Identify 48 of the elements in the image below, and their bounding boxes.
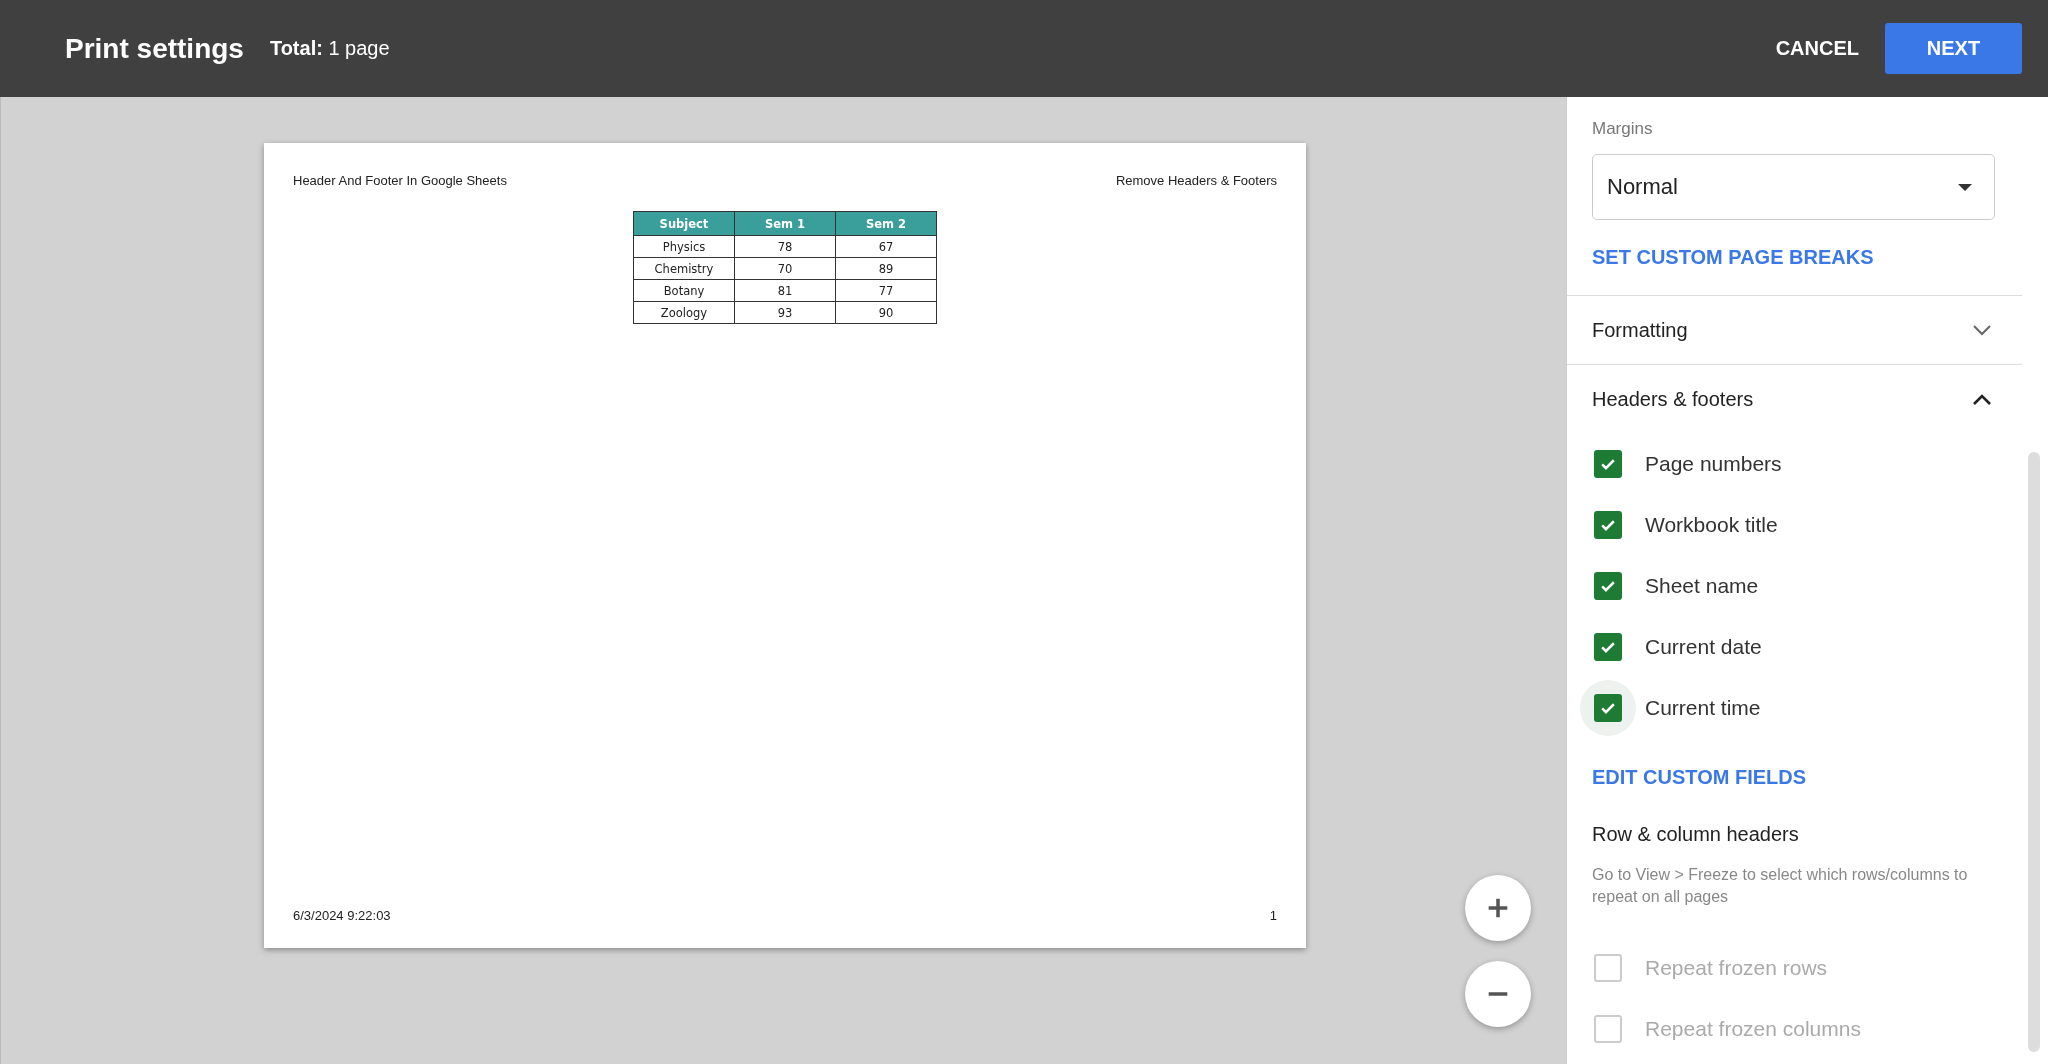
table-cell: Botany (633, 279, 735, 302)
zoom-in-button[interactable] (1465, 875, 1531, 941)
margins-dropdown[interactable]: Normal (1592, 154, 1995, 220)
table-cell: Zoology (633, 301, 735, 324)
field-label: Margins (1592, 119, 1654, 139)
chevron-down-icon (1972, 324, 1992, 336)
table-cell: 90 (835, 301, 937, 324)
table-cell: 93 (734, 301, 836, 324)
page-total: Total: 1 page (269, 37, 390, 60)
hint-text: Go to View > Freeze to select which rows/columns to repeat on all pages (1592, 865, 1969, 907)
option-label: Page numbers (1645, 451, 1782, 476)
next-button[interactable]: NEXT (1885, 23, 2022, 74)
checkbox[interactable] (1594, 632, 1622, 661)
checkbox[interactable] (1594, 571, 1622, 600)
checkbox[interactable] (1594, 449, 1622, 478)
checkbox[interactable] (1594, 693, 1622, 722)
page-footer-text: 1 (1269, 908, 1277, 923)
option-label: Repeat frozen rows (1645, 955, 1828, 980)
checkbox[interactable] (1594, 510, 1622, 539)
option-label: Current time (1645, 695, 1761, 720)
page-header-text: Header And Footer In Google Sheets (293, 173, 507, 188)
option-label: Workbook title (1645, 512, 1778, 537)
table-cell: 70 (734, 257, 836, 280)
option-label: Current date (1645, 634, 1762, 659)
option-label: Sheet name (1645, 573, 1759, 598)
option-label: Repeat frozen columns (1645, 1016, 1861, 1041)
table-cell: 89 (835, 257, 937, 280)
dialog-title: Print settings (65, 32, 244, 65)
cancel-button[interactable]: CANCEL (1775, 27, 1859, 70)
table-cell: Physics (633, 235, 735, 258)
section-header[interactable]: Formatting (1567, 295, 2022, 364)
table-header-cell: Sem 2 (835, 211, 937, 236)
scrollbar[interactable] (2028, 452, 2040, 1052)
chevron-up-icon (1972, 393, 1992, 405)
custom-fields-link[interactable]: EDIT CUSTOM FIELDS (1592, 766, 1807, 789)
table-cell: 81 (734, 279, 836, 302)
table-cell: 67 (835, 235, 937, 258)
section-header[interactable]: Headers & footers (1567, 364, 2022, 433)
table-cell: 77 (835, 279, 937, 302)
table-cell: Chemistry (633, 257, 735, 280)
page-footer-text: 6/3/2024 9:22:03 (293, 908, 391, 923)
table-header-cell: Subject (633, 211, 735, 236)
page-breaks-link[interactable]: SET CUSTOM PAGE BREAKS (1592, 246, 1874, 269)
table-cell: 78 (734, 235, 836, 258)
section-title: Row & column headers (1592, 823, 1800, 846)
table-header-cell: Sem 1 (734, 211, 836, 236)
dropdown-arrow-icon (1958, 183, 1972, 191)
page-header-text: Remove Headers & Footers (1115, 173, 1277, 188)
